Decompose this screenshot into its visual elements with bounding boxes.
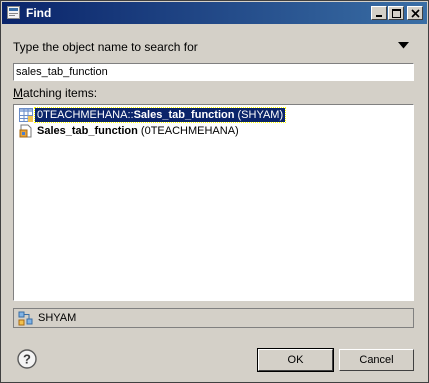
view-menu-icon[interactable] <box>398 42 409 49</box>
maximize-icon <box>392 9 401 18</box>
status-bar: SHYAM <box>13 308 414 328</box>
app-icon <box>7 6 20 19</box>
result-prefix: 0TEACHMEHANA:: <box>37 109 134 121</box>
result-text-0: 0TEACHMEHANA::Sales_tab_function (SHYAM) <box>33 107 287 123</box>
search-field[interactable] <box>13 63 414 81</box>
minimize-icon <box>376 15 382 17</box>
table-function-icon <box>19 108 33 122</box>
search-prompt-label: Type the object name to search for <box>13 40 198 54</box>
matching-items-mnemonic: M <box>13 86 23 100</box>
result-name: Sales_tab_function <box>133 109 235 121</box>
close-button[interactable] <box>407 6 423 20</box>
minimize-button[interactable] <box>371 6 387 20</box>
result-name: Sales_tab_function <box>37 125 138 137</box>
package-file-icon <box>19 124 32 138</box>
window-title: Find <box>26 6 52 20</box>
status-text: SHYAM <box>38 312 77 324</box>
close-icon <box>411 9 420 18</box>
result-suffix: (0TEACHMEHANA) <box>137 125 239 137</box>
result-suffix: (SHYAM) <box>234 109 284 121</box>
schema-icon <box>18 311 33 326</box>
search-input[interactable] <box>16 65 408 79</box>
matching-items-list[interactable]: 0TEACHMEHANA::Sales_tab_function (SHYAM)… <box>13 104 414 301</box>
help-icon[interactable]: ? <box>17 349 37 369</box>
svg-text:?: ? <box>23 352 31 367</box>
find-dialog: Find Type the object name to search for … <box>0 0 429 383</box>
title-bar[interactable]: Find <box>2 2 427 24</box>
matching-items-label: Matching items: <box>13 86 97 100</box>
result-text-1: Sales_tab_function (0TEACHMEHANA) <box>35 124 241 138</box>
matching-items-label-rest: atching items: <box>23 86 98 100</box>
maximize-button[interactable] <box>388 6 404 20</box>
ok-button[interactable]: OK <box>257 348 334 372</box>
cancel-button[interactable]: Cancel <box>339 349 414 371</box>
